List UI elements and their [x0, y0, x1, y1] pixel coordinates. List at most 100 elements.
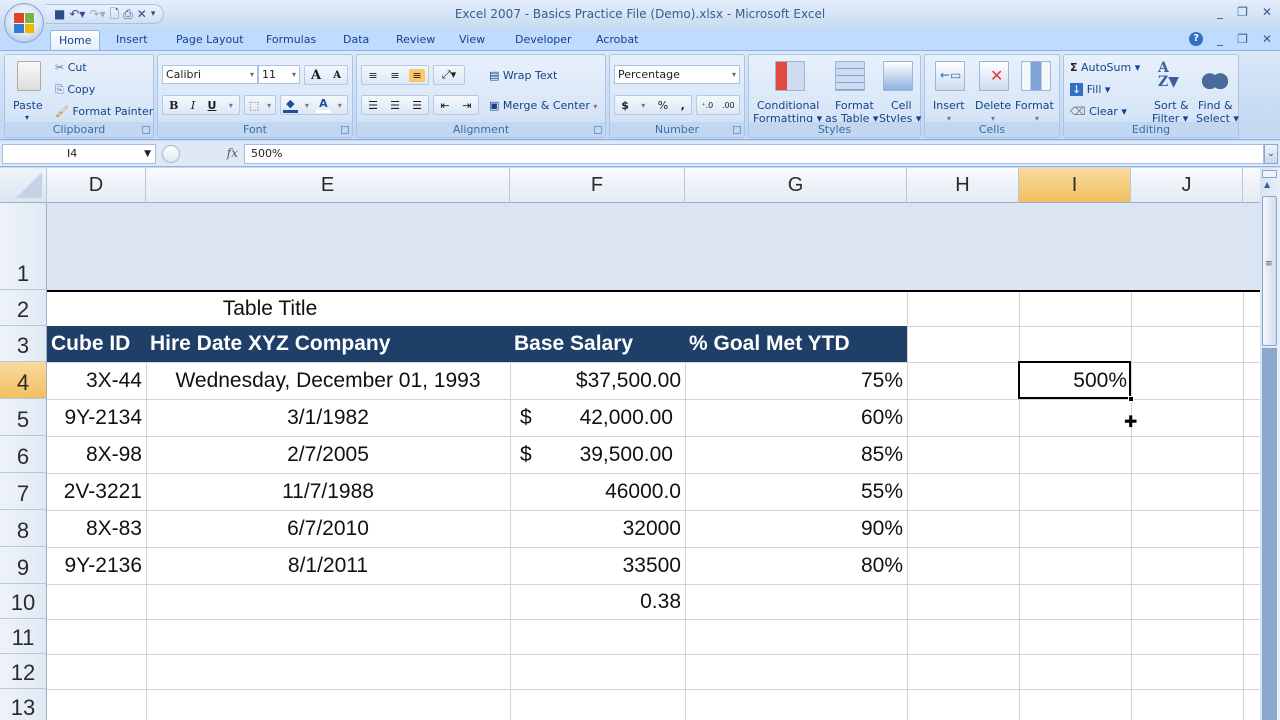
print-icon[interactable]: ⎙: [123, 6, 133, 22]
row-header-5[interactable]: 5: [0, 399, 47, 436]
orientation-button[interactable]: ⤢▾: [433, 65, 465, 85]
row-header-7[interactable]: 7: [0, 473, 47, 510]
hire-date-cell[interactable]: Wednesday, December 01, 1993: [146, 362, 510, 399]
salary-cell[interactable]: 42,000.00: [550, 399, 677, 436]
merge-center-button[interactable]: ▣ Merge & Center ▾: [489, 99, 597, 113]
goal-cell[interactable]: 75%: [685, 362, 907, 399]
tab-page-layout[interactable]: Page Layout: [168, 30, 252, 50]
align-left-icon[interactable]: ☰: [365, 99, 381, 112]
header-goal-met[interactable]: % Goal Met YTD: [685, 326, 907, 362]
sort-filter-button[interactable]: A Z▼ Sort & Filter ▾: [1152, 59, 1192, 125]
row-header-8[interactable]: 8: [0, 510, 47, 547]
salary-cell[interactable]: 39,500.00: [550, 436, 677, 473]
doc-restore-button[interactable]: ❐: [1237, 32, 1248, 46]
cell-styles-button[interactable]: Cell Styles ▾: [879, 59, 921, 125]
hire-date-cell[interactable]: 6/7/2010: [146, 510, 510, 547]
column-header-j[interactable]: J: [1131, 168, 1243, 203]
scroll-up-icon[interactable]: ▲: [1264, 180, 1270, 189]
cube-id-cell[interactable]: 2V-3221: [47, 473, 146, 510]
tab-home[interactable]: Home: [50, 30, 101, 51]
row-header-4[interactable]: 4: [0, 362, 47, 399]
row-header-2[interactable]: 2: [0, 290, 47, 326]
format-cells-button[interactable]: Format ▾: [1015, 59, 1059, 123]
help-icon[interactable]: ?: [1189, 32, 1204, 46]
wrap-text-button[interactable]: ▤ Wrap Text: [489, 69, 557, 82]
number-launcher-icon[interactable]: [733, 126, 741, 134]
paste-button[interactable]: Paste ▾: [11, 59, 47, 122]
borders-button[interactable]: ⬚ ▾: [244, 95, 276, 115]
salary-cell[interactable]: 46000.0: [510, 473, 685, 510]
align-center-icon[interactable]: ☰: [387, 99, 403, 112]
align-right-icon[interactable]: ☰: [409, 99, 425, 112]
font-name-combo[interactable]: Calibri ▾: [162, 65, 258, 84]
format-painter-button[interactable]: 🖌 Format Painter: [55, 105, 153, 118]
fill-color-icon[interactable]: ◆: [283, 97, 298, 113]
cube-id-cell[interactable]: 9Y-2136: [47, 547, 146, 584]
row-header-12[interactable]: 12: [0, 654, 47, 689]
name-box[interactable]: I4 ▼: [2, 144, 156, 164]
close-icon[interactable]: ✕: [137, 6, 147, 22]
decrease-decimal-button[interactable]: .00: [719, 101, 738, 110]
scroll-thumb[interactable]: ≡: [1262, 196, 1277, 346]
italic-button[interactable]: I: [188, 99, 198, 112]
align-top-icon[interactable]: ≡: [365, 69, 380, 82]
font-size-combo[interactable]: 11 ▾: [258, 65, 300, 84]
chevron-down-icon[interactable]: ▾: [638, 101, 648, 110]
row-header-13[interactable]: 13: [0, 689, 47, 720]
autosum-button[interactable]: Σ AutoSum ▾: [1070, 61, 1140, 74]
goal-cell[interactable]: 60%: [685, 399, 907, 436]
row-header-6[interactable]: 6: [0, 436, 47, 473]
header-hire-date[interactable]: Hire Date XYZ Company: [146, 326, 510, 362]
tab-insert[interactable]: Insert: [108, 30, 156, 50]
font-color-icon[interactable]: A: [316, 97, 331, 113]
alignment-launcher-icon[interactable]: [594, 126, 602, 134]
row-header-9[interactable]: 9: [0, 547, 47, 584]
expand-formula-bar-icon[interactable]: ⌄: [1264, 144, 1278, 164]
minimize-button[interactable]: _: [1217, 5, 1223, 19]
hire-date-cell[interactable]: 3/1/1982: [146, 399, 510, 436]
undo-icon[interactable]: ↶▾: [69, 6, 85, 22]
chevron-down-icon[interactable]: ▾: [302, 101, 312, 110]
goal-cell[interactable]: 80%: [685, 547, 907, 584]
doc-minimize-button[interactable]: _: [1217, 32, 1223, 46]
number-format-combo[interactable]: Percentage ▾: [614, 65, 740, 84]
salary-cell[interactable]: 33500: [510, 547, 685, 584]
column-header-g[interactable]: G: [685, 168, 907, 203]
decrease-indent-icon[interactable]: ⇤: [437, 99, 452, 112]
increase-indent-icon[interactable]: ⇥: [459, 99, 474, 112]
clipboard-launcher-icon[interactable]: [142, 126, 150, 134]
grow-font-button[interactable]: A: [308, 68, 324, 83]
doc-close-button[interactable]: ✕: [1262, 32, 1272, 46]
cut-button[interactable]: ✂ Cut: [55, 61, 87, 74]
cube-id-cell[interactable]: 9Y-2134: [47, 399, 146, 436]
row-header-3[interactable]: 3: [0, 326, 47, 362]
cube-id-cell[interactable]: 8X-98: [47, 436, 146, 473]
vertical-scrollbar[interactable]: ▲ ≡: [1260, 168, 1280, 720]
comma-button[interactable]: ,: [678, 99, 688, 112]
salary-cell[interactable]: 32000: [510, 510, 685, 547]
percent-button[interactable]: %: [655, 99, 671, 112]
conditional-formatting-button[interactable]: Conditional Formatting ▾: [753, 59, 825, 125]
align-bottom-icon[interactable]: ≡: [409, 68, 425, 82]
formula-input[interactable]: 500%: [244, 144, 1264, 164]
increase-decimal-button[interactable]: ⁺.0: [698, 101, 716, 110]
salary-cell[interactable]: $37,500.00: [510, 362, 685, 399]
tab-acrobat[interactable]: Acrobat: [588, 30, 646, 50]
row-header-1[interactable]: 1: [0, 203, 47, 290]
column-header-h[interactable]: H: [907, 168, 1019, 203]
tab-review[interactable]: Review: [388, 30, 443, 50]
fill-button[interactable]: ↓ Fill ▾: [1070, 83, 1110, 96]
underline-button[interactable]: U: [205, 99, 220, 112]
hire-date-cell[interactable]: 8/1/2011: [146, 547, 510, 584]
shrink-font-button[interactable]: A: [330, 70, 344, 81]
scroll-track[interactable]: [1262, 348, 1277, 720]
column-header-f[interactable]: F: [510, 168, 685, 203]
copy-button[interactable]: ⎘ Copy: [55, 83, 95, 96]
split-box[interactable]: [1262, 170, 1277, 178]
underline-dropdown-icon[interactable]: ▾: [226, 101, 236, 110]
tab-view[interactable]: View: [451, 30, 493, 50]
goal-cell[interactable]: 90%: [685, 510, 907, 547]
header-cube-id[interactable]: Cube ID: [47, 326, 146, 362]
fill-handle[interactable]: [1128, 396, 1134, 402]
hire-date-cell[interactable]: 11/7/1988: [146, 473, 510, 510]
